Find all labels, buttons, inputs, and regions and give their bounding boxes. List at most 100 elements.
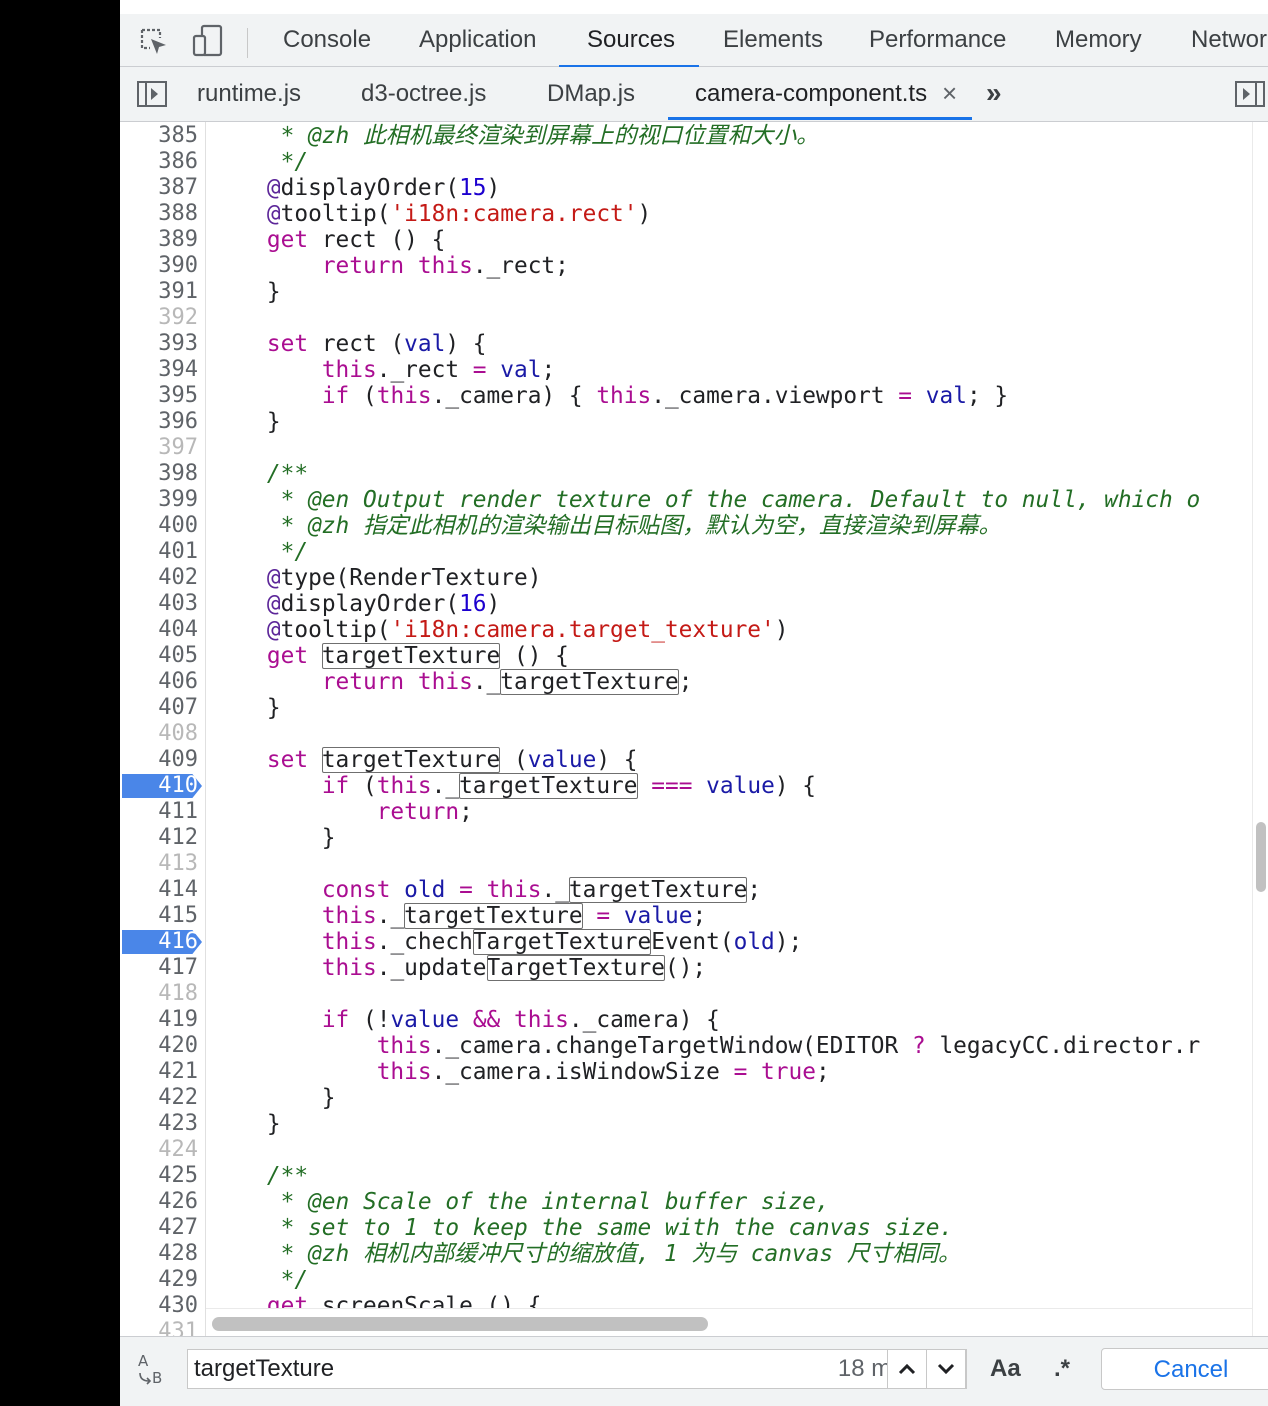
line-number[interactable]: 391 bbox=[120, 279, 198, 305]
line-number[interactable]: 426 bbox=[120, 1189, 198, 1215]
line-number[interactable]: 425 bbox=[120, 1163, 198, 1189]
cancel-button[interactable]: Cancel bbox=[1101, 1348, 1268, 1390]
code-line[interactable]: @tooltip('i18n:camera.target_texture') bbox=[212, 617, 789, 643]
code-line[interactable]: get rect () { bbox=[212, 227, 445, 253]
line-number[interactable]: 402 bbox=[120, 565, 198, 591]
vertical-scrollbar[interactable] bbox=[1252, 122, 1268, 1336]
tab-application[interactable]: Application bbox=[419, 14, 536, 67]
line-number[interactable]: 412 bbox=[120, 825, 198, 851]
code-line[interactable]: * set to 1 to keep the same with the can… bbox=[212, 1215, 954, 1241]
inspect-element-icon[interactable] bbox=[138, 26, 170, 58]
tab-performance[interactable]: Performance bbox=[869, 14, 1006, 67]
code-content[interactable]: * @zh 此相机最终渲染到屏幕上的视口位置和大小。 */ @displayOr… bbox=[212, 122, 1252, 1336]
line-number[interactable]: 387 bbox=[120, 175, 198, 201]
line-number[interactable]: 390 bbox=[120, 253, 198, 279]
line-number[interactable]: 397 bbox=[120, 435, 198, 461]
code-line[interactable]: */ bbox=[212, 149, 308, 175]
code-line[interactable]: return this._targetTexture; bbox=[212, 669, 692, 695]
code-line[interactable]: @tooltip('i18n:camera.rect') bbox=[212, 201, 651, 227]
horizontal-scrollbar[interactable] bbox=[206, 1308, 1252, 1336]
code-line[interactable]: set rect (val) { bbox=[212, 331, 487, 357]
line-number[interactable]: 388 bbox=[120, 201, 198, 227]
line-number[interactable]: 386 bbox=[120, 149, 198, 175]
code-line[interactable]: get targetTexture () { bbox=[212, 643, 569, 669]
line-number[interactable]: 406 bbox=[120, 669, 198, 695]
file-tab-dmap[interactable]: DMap.js bbox=[547, 67, 635, 121]
regex-button[interactable]: .* bbox=[1054, 1349, 1070, 1389]
code-line[interactable]: if (this._camera) { this._camera.viewpor… bbox=[212, 383, 1008, 409]
tab-sources[interactable]: Sources bbox=[558, 14, 700, 68]
line-number[interactable]: 398 bbox=[120, 461, 198, 487]
code-line[interactable]: } bbox=[212, 1111, 281, 1137]
line-number[interactable]: 423 bbox=[120, 1111, 198, 1137]
line-number[interactable]: 405 bbox=[120, 643, 198, 669]
code-line[interactable]: if (this._targetTexture === value) { bbox=[212, 773, 816, 799]
line-number[interactable]: 404 bbox=[120, 617, 198, 643]
code-line[interactable]: * @en Output render texture of the camer… bbox=[212, 487, 1201, 513]
search-field-container[interactable]: 18 matches bbox=[187, 1349, 967, 1389]
line-number[interactable]: 409 bbox=[120, 747, 198, 773]
search-input[interactable] bbox=[194, 1350, 734, 1388]
code-line[interactable]: @displayOrder(16) bbox=[212, 591, 500, 617]
code-line[interactable]: if (!value && this._camera) { bbox=[212, 1007, 720, 1033]
tab-network[interactable]: Networ bbox=[1191, 14, 1267, 67]
code-line[interactable]: } bbox=[212, 1085, 336, 1111]
tab-elements[interactable]: Elements bbox=[723, 14, 823, 67]
line-number[interactable]: 410 bbox=[120, 773, 198, 799]
search-replace-icon[interactable]: A B bbox=[136, 1351, 170, 1387]
code-line[interactable]: /** bbox=[212, 1163, 308, 1189]
line-number[interactable]: 424 bbox=[120, 1137, 198, 1163]
match-case-button[interactable]: Aa bbox=[990, 1349, 1021, 1389]
line-number[interactable]: 417 bbox=[120, 955, 198, 981]
code-line[interactable]: this._camera.isWindowSize = true; bbox=[212, 1059, 830, 1085]
file-tab-d3-octree[interactable]: d3-octree.js bbox=[361, 67, 486, 121]
file-tab-camera-component[interactable]: camera-component.ts bbox=[695, 67, 927, 121]
line-number[interactable]: 427 bbox=[120, 1215, 198, 1241]
code-line[interactable]: const old = this._targetTexture; bbox=[212, 877, 761, 903]
code-line[interactable]: * @zh 此相机最终渲染到屏幕上的视口位置和大小。 bbox=[212, 123, 819, 149]
toggle-navigator-icon[interactable] bbox=[136, 79, 168, 109]
code-line[interactable]: set targetTexture (value) { bbox=[212, 747, 638, 773]
line-number[interactable]: 394 bbox=[120, 357, 198, 383]
line-number[interactable]: 420 bbox=[120, 1033, 198, 1059]
code-line[interactable]: * @zh 相机内部缓冲尺寸的缩放值, 1 为与 canvas 尺寸相同。 bbox=[212, 1241, 961, 1267]
code-line[interactable]: this._chechTargetTextureEvent(old); bbox=[212, 929, 802, 955]
line-number[interactable]: 399 bbox=[120, 487, 198, 513]
line-number[interactable]: 428 bbox=[120, 1241, 198, 1267]
code-line[interactable]: * @zh 指定此相机的渲染输出目标贴图，默认为空，直接渲染到屏幕。 bbox=[212, 513, 1002, 539]
line-number[interactable]: 408 bbox=[120, 721, 198, 747]
line-number[interactable]: 385 bbox=[120, 123, 198, 149]
code-line[interactable]: @type(RenderTexture) bbox=[212, 565, 542, 591]
line-number[interactable]: 395 bbox=[120, 383, 198, 409]
line-number[interactable]: 418 bbox=[120, 981, 198, 1007]
line-number[interactable]: 415 bbox=[120, 903, 198, 929]
line-number[interactable]: 401 bbox=[120, 539, 198, 565]
line-number[interactable]: 413 bbox=[120, 851, 198, 877]
line-number[interactable]: 400 bbox=[120, 513, 198, 539]
toggle-debugger-icon[interactable] bbox=[1234, 79, 1266, 109]
line-number[interactable]: 416 bbox=[120, 929, 198, 955]
code-line[interactable]: this._updateTargetTexture(); bbox=[212, 955, 706, 981]
line-number[interactable]: 430 bbox=[120, 1293, 198, 1319]
code-line[interactable]: */ bbox=[212, 1267, 308, 1293]
code-line[interactable]: return this._rect; bbox=[212, 253, 569, 279]
file-tab-runtime[interactable]: runtime.js bbox=[197, 67, 301, 121]
code-line[interactable]: } bbox=[212, 825, 336, 851]
code-line[interactable]: /** bbox=[212, 461, 308, 487]
code-line[interactable]: this._camera.changeTargetWindow(EDITOR ?… bbox=[212, 1033, 1201, 1059]
code-editor[interactable]: 385 386 387 388 389 390 391 392 393 394 395 396 397 3… bbox=[120, 122, 1268, 1336]
line-number[interactable]: 422 bbox=[120, 1085, 198, 1111]
code-line[interactable]: this._rect = val; bbox=[212, 357, 555, 383]
line-number-gutter[interactable]: 385 386 387 388 389 390 391 392 393 394 395 396 397 3… bbox=[120, 122, 206, 1336]
line-number[interactable]: 411 bbox=[120, 799, 198, 825]
line-number[interactable]: 393 bbox=[120, 331, 198, 357]
line-number[interactable]: 392 bbox=[120, 305, 198, 331]
code-line[interactable]: } bbox=[212, 409, 281, 435]
code-line[interactable]: @displayOrder(15) bbox=[212, 175, 500, 201]
line-number[interactable]: 431 bbox=[120, 1319, 198, 1336]
tab-console[interactable]: Console bbox=[283, 14, 371, 67]
close-tab-icon[interactable]: × bbox=[942, 67, 957, 121]
line-number[interactable]: 389 bbox=[120, 227, 198, 253]
line-number[interactable]: 407 bbox=[120, 695, 198, 721]
device-toolbar-icon[interactable] bbox=[192, 24, 224, 58]
